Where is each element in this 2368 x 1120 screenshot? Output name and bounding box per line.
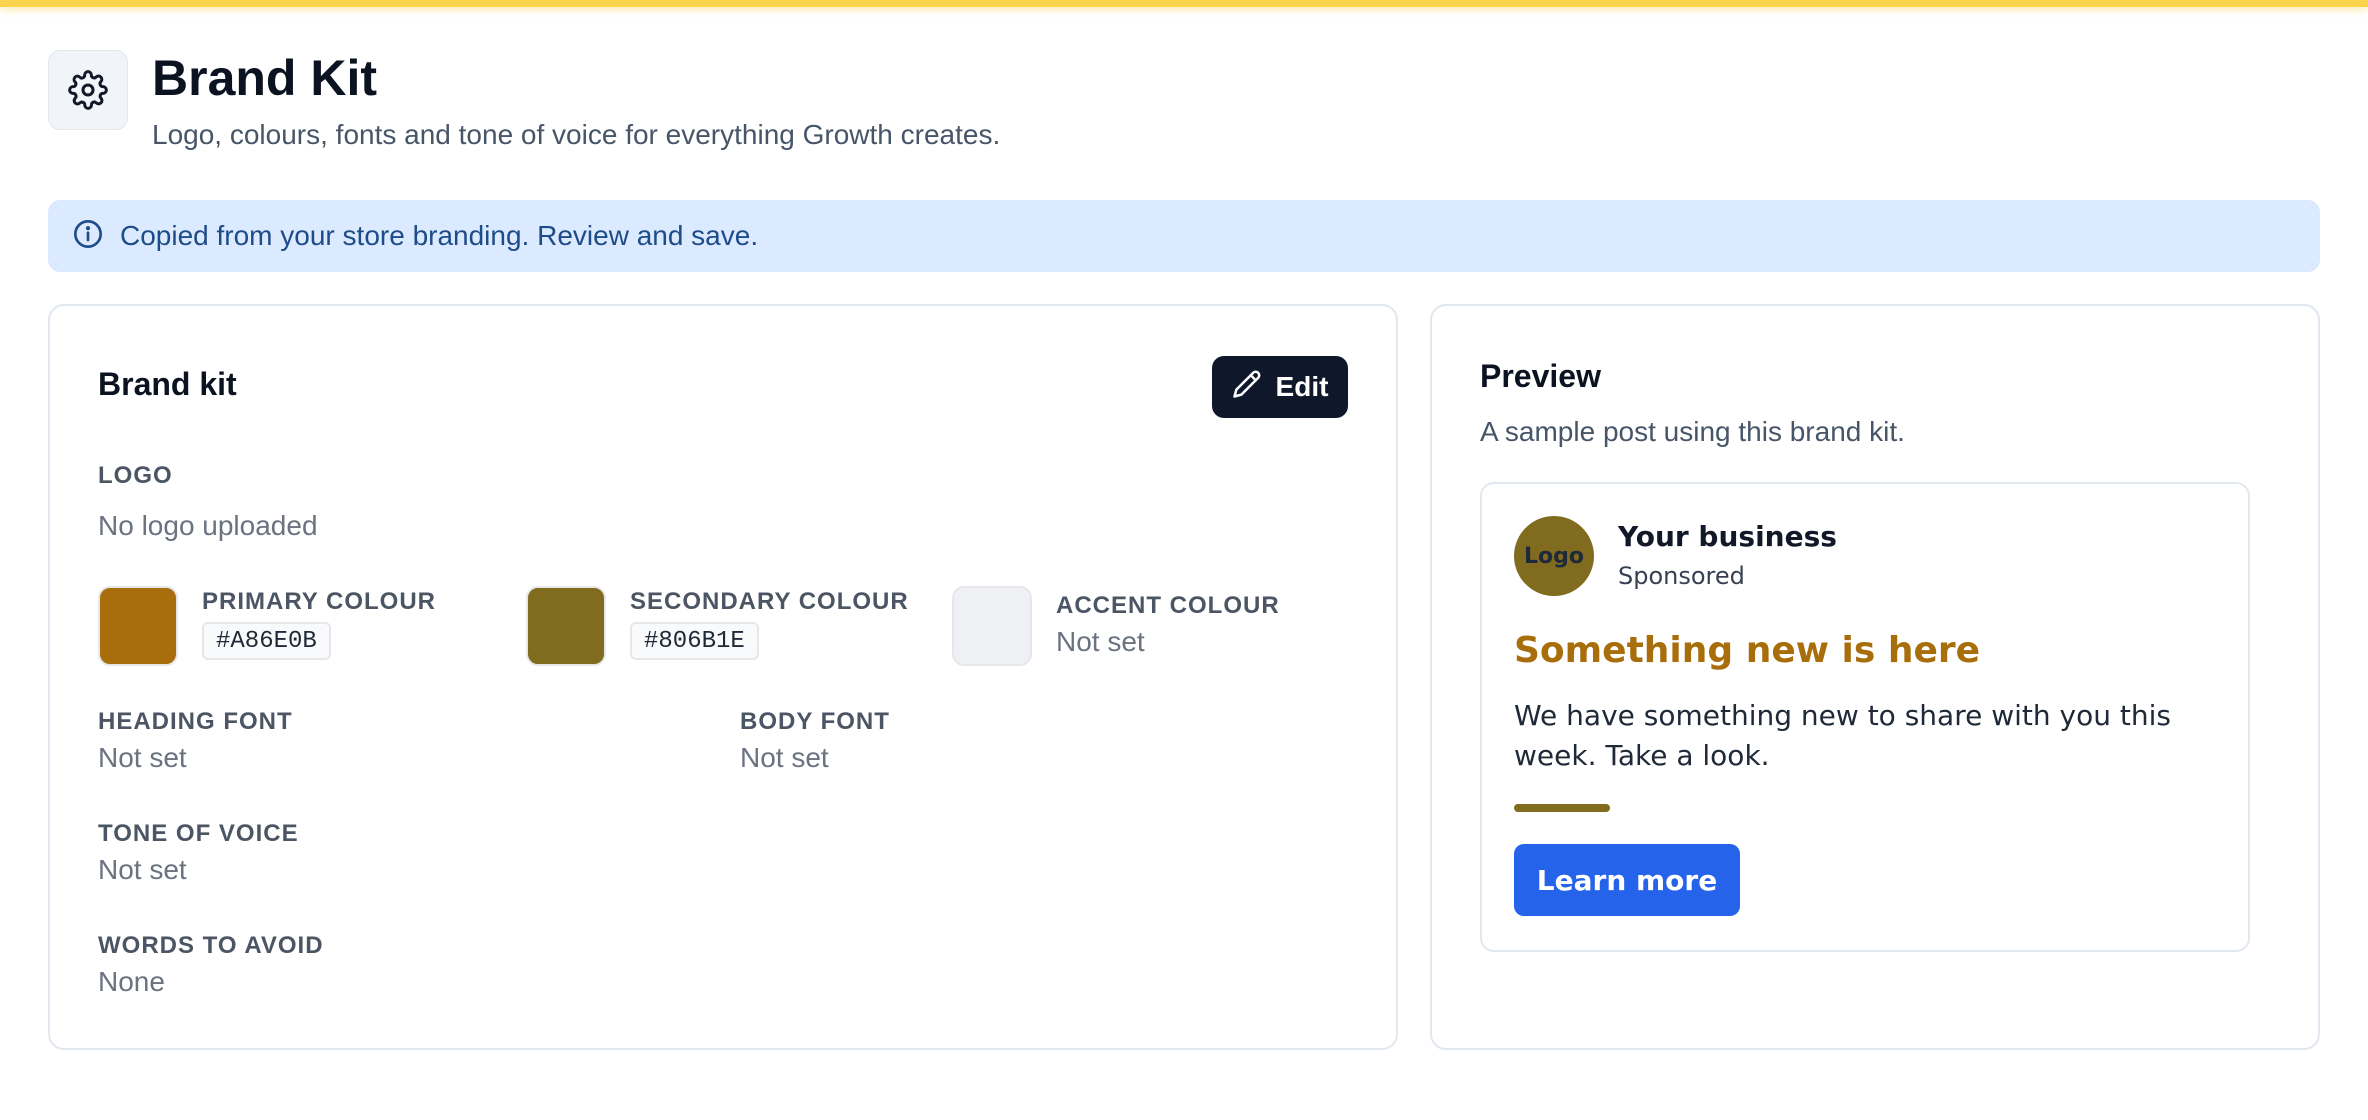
post-headline: Something new is here <box>1514 630 1981 671</box>
post-logo-placeholder: Logo <box>1514 516 1594 596</box>
primary-colour-swatch[interactable] <box>98 586 178 666</box>
accent-colour-value: Not set <box>1056 626 1145 657</box>
page-subtitle: Logo, colours, fonts and tone of voice f… <box>152 119 1001 150</box>
accent-colour-swatch[interactable] <box>952 586 1032 666</box>
heading-font-label: HEADING FONT <box>98 708 293 735</box>
tone-of-voice-label: TONE OF VOICE <box>98 820 299 847</box>
words-to-avoid-label: WORDS TO AVOID <box>98 932 324 959</box>
post-business-name: Your business <box>1618 520 1837 553</box>
edit-button[interactable]: Edit <box>1212 356 1348 418</box>
edit-button-label: Edit <box>1275 371 1329 402</box>
brand-kit-card: Brand kit Edit LOGO No logo uploaded PRI… <box>48 304 1398 1050</box>
info-banner: Copied from your store branding. Review … <box>48 200 2320 272</box>
primary-colour-label: PRIMARY COLOUR <box>202 588 437 615</box>
logo-label: LOGO <box>98 462 173 489</box>
secondary-colour-swatch[interactable] <box>526 586 606 666</box>
heading-font-value: Not set <box>98 742 187 773</box>
logo-value: No logo uploaded <box>98 510 318 541</box>
banner-text: Copied from your store branding. Review … <box>120 220 759 251</box>
post-sponsored-label: Sponsored <box>1618 562 1745 590</box>
top-accent-bar <box>0 0 2368 7</box>
info-icon <box>72 218 104 255</box>
post-body: We have something new to share with you … <box>1514 699 2171 772</box>
post-accent-line <box>1514 804 1610 812</box>
secondary-colour-label: SECONDARY COLOUR <box>630 588 909 615</box>
words-to-avoid-value: None <box>98 966 165 997</box>
preview-title: Preview <box>1480 358 1601 394</box>
brand-kit-title: Brand kit <box>98 366 237 402</box>
accent-colour-label: ACCENT COLOUR <box>1056 592 1280 619</box>
pencil-icon <box>1232 369 1262 406</box>
learn-more-button[interactable]: Learn more <box>1514 844 1740 916</box>
body-font-value: Not set <box>740 742 829 773</box>
post-logo-text: Logo <box>1524 543 1584 569</box>
preview-subtitle: A sample post using this brand kit. <box>1480 416 1905 447</box>
tone-of-voice-value: Not set <box>98 854 187 885</box>
gear-icon <box>48 50 128 130</box>
sample-post: Logo Your business Sponsored Something n… <box>1480 482 2250 952</box>
body-font-label: BODY FONT <box>740 708 890 735</box>
primary-colour-hex: #A86E0B <box>202 622 331 660</box>
page-header: Brand Kit Logo, colours, fonts and tone … <box>48 50 1000 152</box>
page-title: Brand Kit <box>152 50 377 106</box>
secondary-colour-hex: #806B1E <box>630 622 759 660</box>
preview-card: Preview A sample post using this brand k… <box>1430 304 2320 1050</box>
